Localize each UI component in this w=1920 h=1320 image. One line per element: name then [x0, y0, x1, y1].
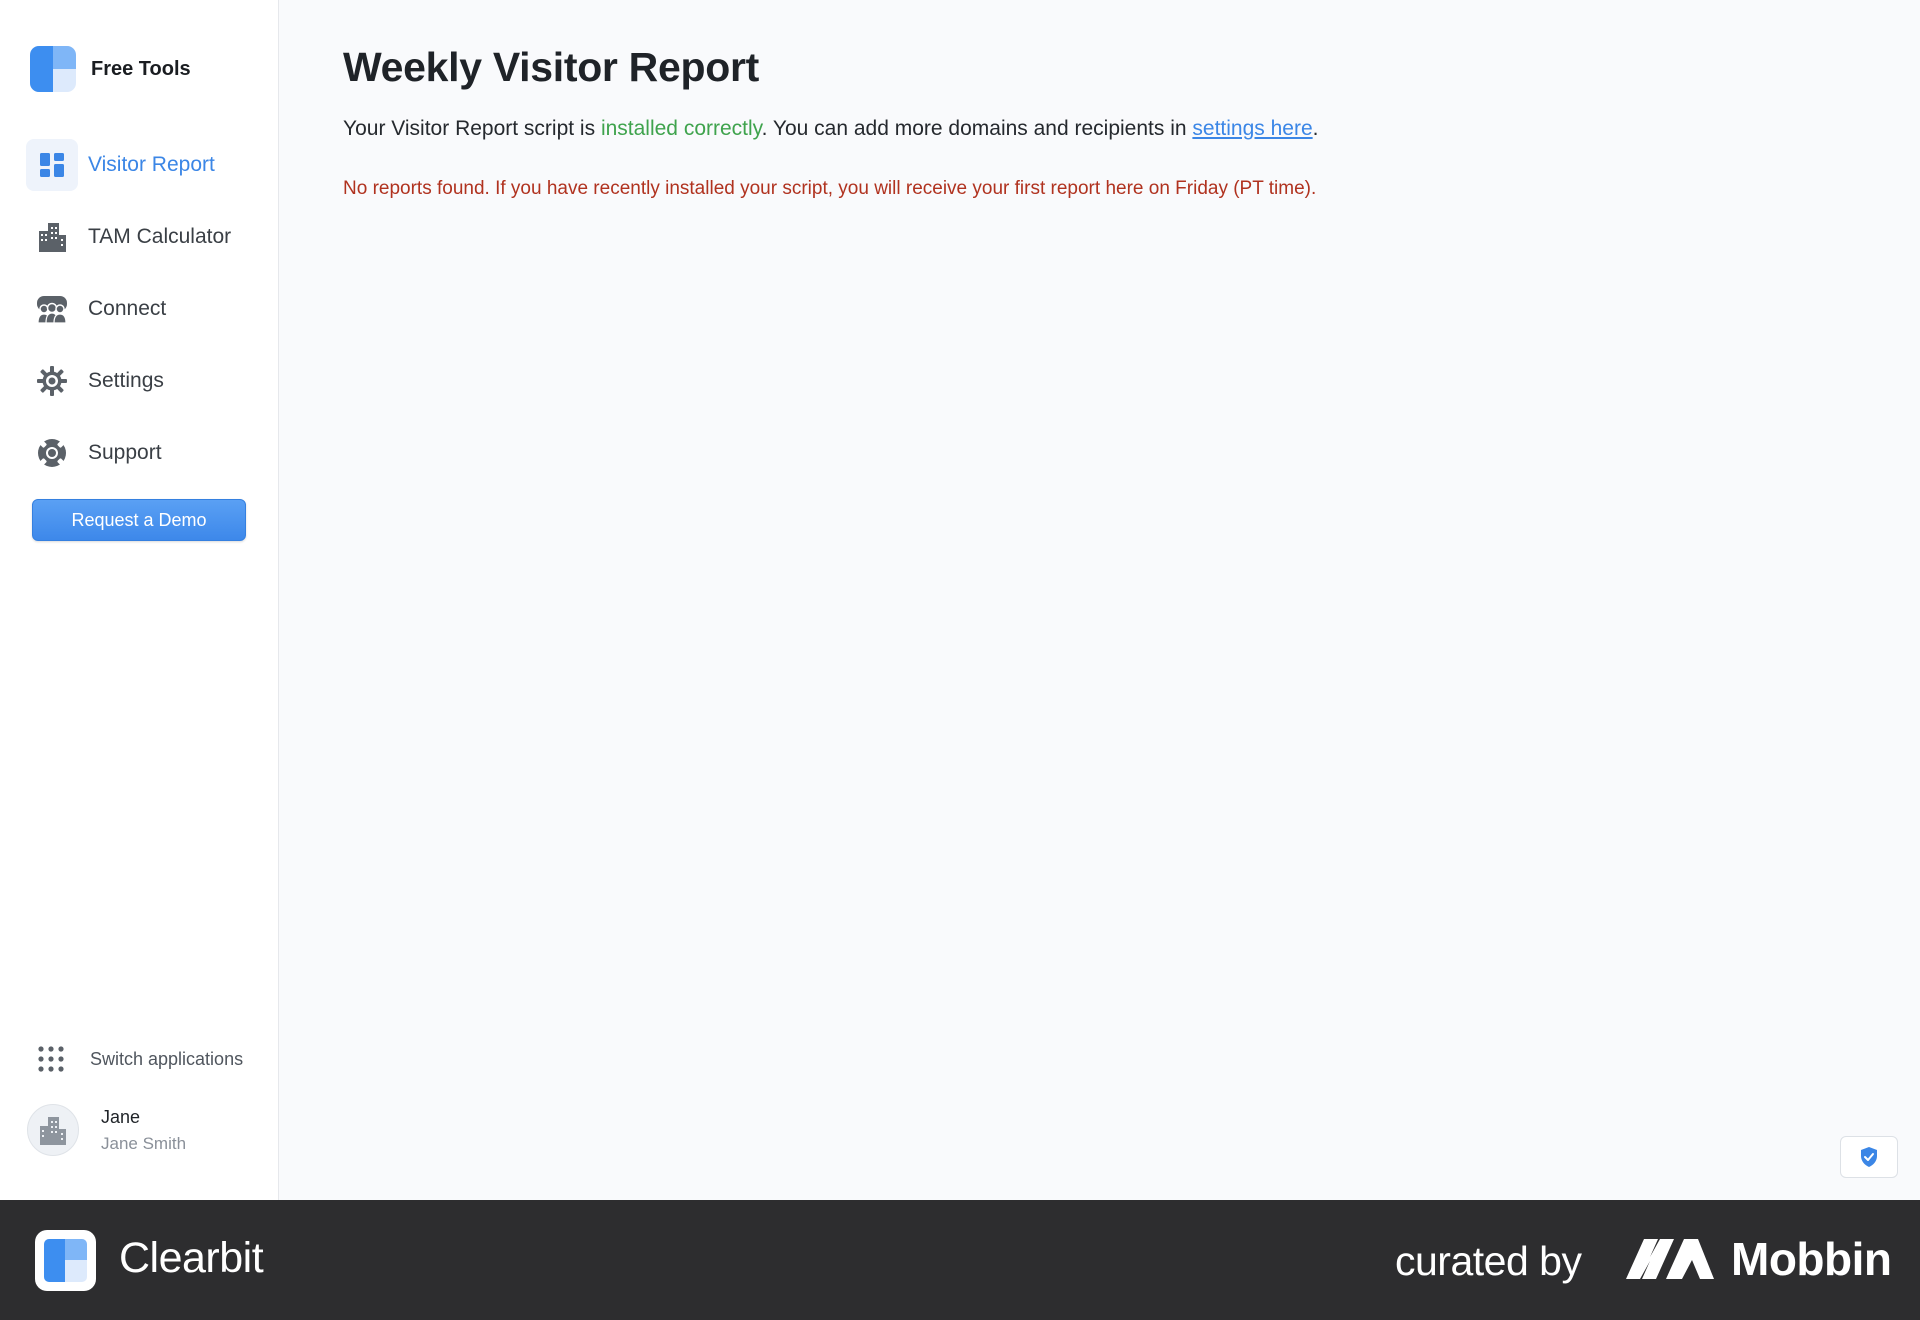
request-demo-button[interactable]: Request a Demo	[32, 499, 246, 541]
user-first-name: Jane	[101, 1106, 141, 1127]
mobbin-wordmark: Mobbin	[1731, 1233, 1892, 1285]
brand[interactable]: Free Tools	[30, 46, 191, 92]
avatar	[27, 1104, 79, 1156]
main-content: Weekly Visitor Report Your Visitor Repor…	[343, 44, 1883, 200]
sidebar-item-connect[interactable]: Connect	[26, 283, 266, 335]
privacy-shield-button[interactable]	[1840, 1136, 1898, 1178]
sidebar-item-visitor-report[interactable]: Visitor Report	[26, 139, 266, 191]
shield-check-icon	[1861, 1147, 1877, 1167]
building-avatar-icon	[40, 1117, 66, 1145]
status-prefix: Your Visitor Report script is	[343, 117, 601, 140]
no-reports-notice: No reports found. If you have recently i…	[343, 178, 1317, 199]
buildings-icon	[39, 223, 66, 252]
sidebar-item-label: Support	[88, 441, 162, 464]
page-title: Weekly Visitor Report	[343, 44, 759, 90]
status-installed-correctly: installed correctly	[600, 117, 762, 140]
switch-applications-label: Switch applications	[90, 1048, 244, 1069]
curated-by-label: curated by	[1395, 1238, 1582, 1284]
people-icon	[37, 296, 67, 324]
sidebar-item-settings[interactable]: Settings	[26, 355, 266, 407]
brand-name: Free Tools	[91, 57, 191, 80]
dashboard-icon	[40, 153, 64, 177]
gear-icon	[37, 366, 67, 396]
clearbit-logo-icon	[35, 1230, 96, 1291]
sidebar-item-label: TAM Calculator	[88, 225, 232, 248]
sidebar-item-label: Visitor Report	[88, 153, 215, 176]
switch-applications[interactable]: Switch applications	[38, 1046, 243, 1072]
status-middle: . You can add more domains and recipient…	[761, 117, 1193, 140]
user-profile[interactable]: Jane Jane Smith	[27, 1104, 186, 1156]
sidebar-item-tam-calculator[interactable]: TAM Calculator	[26, 211, 266, 263]
footer-brand: Clearbit	[119, 1234, 264, 1282]
lifebuoy-icon	[38, 439, 66, 467]
status-suffix: .	[1312, 117, 1319, 140]
install-status: Your Visitor Report script is installed …	[343, 117, 1883, 141]
footer-bar: Clearbit curated by Mobbin	[0, 1200, 1920, 1320]
sidebar-nav: Visitor Report TAM Calculator Connect Se…	[26, 139, 266, 499]
clearbit-logo-icon	[30, 46, 76, 92]
apps-grid-icon	[38, 1046, 64, 1072]
sidebar: Free Tools Visitor Report TAM Calculator…	[0, 0, 279, 1200]
sidebar-item-support[interactable]: Support	[26, 427, 266, 479]
settings-link[interactable]: settings here	[1192, 117, 1312, 140]
mobbin-logo-icon	[1626, 1239, 1714, 1279]
user-full-name: Jane Smith	[101, 1133, 187, 1153]
sidebar-item-label: Connect	[88, 297, 167, 320]
sidebar-item-label: Settings	[88, 369, 164, 392]
